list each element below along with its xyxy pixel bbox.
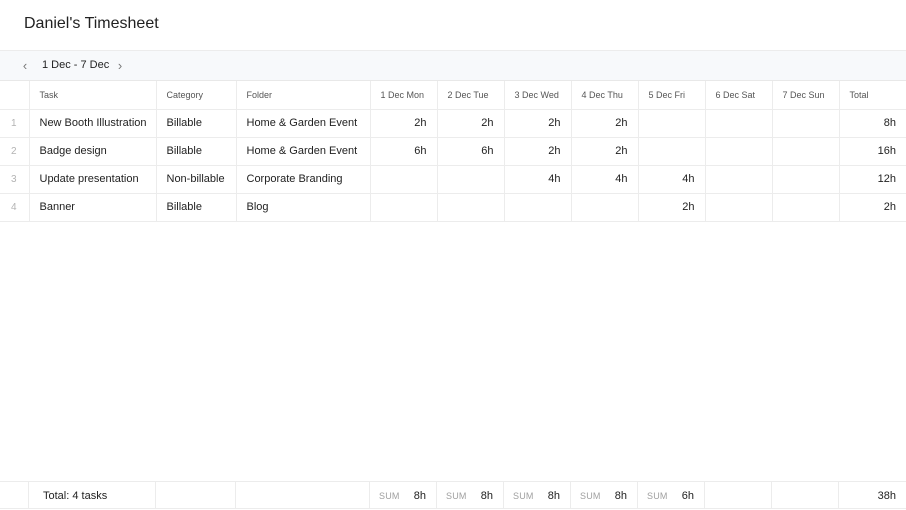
row-total-cell: 16h — [839, 137, 906, 166]
task-cell[interactable]: New Booth Illustration — [29, 109, 157, 138]
folder-cell[interactable]: Home & Garden Event — [236, 109, 371, 138]
day-sum-value: 6h — [681, 490, 694, 502]
sum-tag: SUM — [379, 491, 400, 501]
hours-cell[interactable]: 2h — [370, 109, 438, 138]
row-number: 1 — [0, 109, 30, 138]
column-header-day[interactable]: 6 Dec Sat — [705, 81, 773, 110]
column-header-day[interactable]: 3 Dec Wed — [504, 81, 572, 110]
day-sum-cell: SUM 8h — [504, 482, 571, 509]
hours-cell[interactable]: 6h — [437, 137, 505, 166]
day-sum-cell — [705, 482, 772, 509]
sum-tag: SUM — [580, 491, 601, 501]
task-cell[interactable]: Banner — [29, 193, 157, 222]
hours-cell[interactable]: 2h — [437, 109, 505, 138]
grand-total-value: 38h — [877, 490, 896, 502]
day-sum-value: 8h — [547, 490, 560, 502]
hours-cell[interactable] — [638, 109, 706, 138]
column-header-day[interactable]: 2 Dec Tue — [437, 81, 505, 110]
day-sum-cell: SUM 8h — [370, 482, 437, 509]
hours-cell[interactable]: 2h — [504, 109, 572, 138]
task-cell[interactable]: Badge design — [29, 137, 157, 166]
folder-cell[interactable]: Blog — [236, 193, 371, 222]
row-total-cell: 2h — [839, 193, 906, 222]
hours-cell[interactable] — [772, 165, 840, 194]
column-header-day[interactable]: 4 Dec Thu — [571, 81, 639, 110]
hours-cell[interactable] — [705, 109, 773, 138]
day-sum-cell: SUM 6h — [638, 482, 705, 509]
sum-tag: SUM — [647, 491, 668, 501]
hours-cell[interactable] — [370, 193, 438, 222]
summary-footer: Total: 4 tasks SUM 8h SUM 8h SUM 8h SUM … — [0, 481, 906, 509]
hours-cell[interactable] — [705, 165, 773, 194]
date-range-label: 1 Dec - 7 Dec — [42, 59, 110, 71]
day-sum-cell — [772, 482, 839, 509]
hours-cell[interactable] — [437, 165, 505, 194]
row-number: 2 — [0, 137, 30, 166]
column-header-total[interactable]: Total — [839, 81, 906, 110]
hours-cell[interactable]: 4h — [571, 165, 639, 194]
column-header-folder[interactable]: Folder — [236, 81, 371, 110]
column-header-day[interactable]: 1 Dec Mon — [370, 81, 438, 110]
category-cell[interactable]: Billable — [156, 109, 237, 138]
timesheet-table: Task Category Folder 1 Dec Mon 2 Dec Tue… — [0, 81, 906, 222]
footer-empty-cell — [236, 482, 370, 509]
day-sum-cell: SUM 8h — [571, 482, 638, 509]
hours-cell[interactable]: 2h — [638, 193, 706, 222]
column-header-task[interactable]: Task — [29, 81, 157, 110]
category-cell[interactable]: Billable — [156, 193, 237, 222]
footer-empty-cell — [156, 482, 236, 509]
hours-cell[interactable] — [705, 137, 773, 166]
hours-cell[interactable] — [772, 109, 840, 138]
hours-cell[interactable] — [638, 137, 706, 166]
chevron-right-icon[interactable]: › — [113, 57, 127, 75]
footer-spacer — [0, 482, 29, 509]
column-header-category[interactable]: Category — [156, 81, 237, 110]
hours-cell[interactable]: 4h — [638, 165, 706, 194]
total-tasks-label: Total: 4 tasks — [43, 490, 108, 502]
date-range-bar: ‹ 1 Dec - 7 Dec › — [0, 51, 906, 81]
hours-cell[interactable] — [571, 193, 639, 222]
hours-cell[interactable]: 2h — [504, 137, 572, 166]
row-total-cell: 12h — [839, 165, 906, 194]
day-sum-value: 8h — [413, 490, 426, 502]
hours-cell[interactable] — [772, 193, 840, 222]
table-row[interactable]: 4 Banner Billable Blog 2h 2h — [0, 193, 906, 222]
sum-tag: SUM — [513, 491, 534, 501]
category-cell[interactable]: Non-billable — [156, 165, 237, 194]
task-cell[interactable]: Update presentation — [29, 165, 157, 194]
chevron-left-icon[interactable]: ‹ — [18, 57, 32, 75]
hours-cell[interactable]: 2h — [571, 109, 639, 138]
hours-cell[interactable] — [437, 193, 505, 222]
hours-cell[interactable]: 4h — [504, 165, 572, 194]
table-row[interactable]: 3 Update presentation Non-billable Corpo… — [0, 165, 906, 194]
row-number: 4 — [0, 193, 30, 222]
sum-tag: SUM — [446, 491, 467, 501]
category-cell[interactable]: Billable — [156, 137, 237, 166]
hours-cell[interactable] — [370, 165, 438, 194]
folder-cell[interactable]: Home & Garden Event — [236, 137, 371, 166]
day-sum-cell: SUM 8h — [437, 482, 504, 509]
table-row[interactable]: 1 New Booth Illustration Billable Home &… — [0, 109, 906, 138]
hours-cell[interactable] — [772, 137, 840, 166]
hours-cell[interactable] — [705, 193, 773, 222]
column-header-day[interactable]: 7 Dec Sun — [772, 81, 840, 110]
hours-cell[interactable] — [504, 193, 572, 222]
folder-cell[interactable]: Corporate Branding — [236, 165, 371, 194]
row-number: 3 — [0, 165, 30, 194]
day-sum-value: 8h — [614, 490, 627, 502]
page-title: Daniel's Timesheet — [24, 15, 159, 32]
grand-total-cell: 38h — [839, 482, 906, 509]
hours-cell[interactable]: 6h — [370, 137, 438, 166]
row-total-cell: 8h — [839, 109, 906, 138]
header-row: Task Category Folder 1 Dec Mon 2 Dec Tue… — [0, 81, 906, 110]
column-header-rownum — [0, 81, 30, 110]
day-sum-value: 8h — [480, 490, 493, 502]
hours-cell[interactable]: 2h — [571, 137, 639, 166]
column-header-day[interactable]: 5 Dec Fri — [638, 81, 706, 110]
table-row[interactable]: 2 Badge design Billable Home & Garden Ev… — [0, 137, 906, 166]
title-bar: Daniel's Timesheet — [0, 0, 906, 51]
